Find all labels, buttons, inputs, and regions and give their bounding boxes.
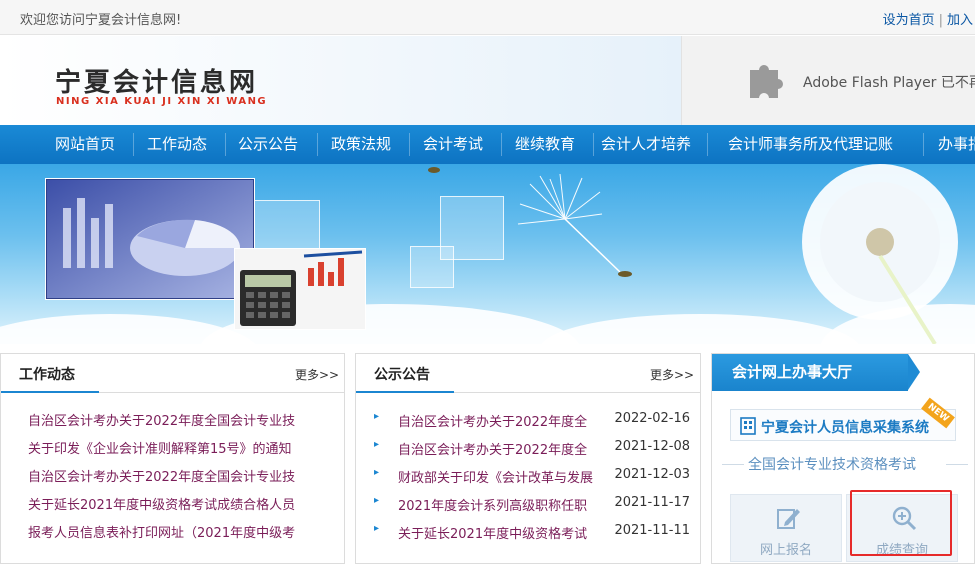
welcome-text: 欢迎您访问宁夏会计信息网! xyxy=(20,13,182,28)
hero-banner xyxy=(0,164,975,344)
nav-divider xyxy=(409,133,410,156)
announcement-date: 2021-12-08 xyxy=(614,439,690,454)
score-query-highlight xyxy=(850,490,952,556)
nav-item-continuing-education[interactable]: 继续教育 xyxy=(515,125,575,164)
nav-divider xyxy=(133,133,134,156)
dandelion-seed-image xyxy=(517,174,632,277)
announcement-title[interactable]: 2021年度会计系列高级职称任职 xyxy=(398,495,587,513)
announcement-item[interactable]: ▸ 自治区会计考办关于2022年度全 2021-12-08 xyxy=(374,439,690,457)
decor-square xyxy=(410,246,454,288)
set-home-link[interactable]: 设为首页 xyxy=(883,13,935,28)
nav-divider xyxy=(225,133,226,156)
nav-divider xyxy=(593,133,594,156)
dandelion-flower-image xyxy=(802,164,958,344)
announcement-date: 2021-11-17 xyxy=(614,495,690,510)
registration-label: 网上报名 xyxy=(759,543,812,558)
bullet-icon: ▸ xyxy=(374,439,380,450)
panel-title: 工作动态 xyxy=(19,367,75,383)
site-header: 宁夏会计信息网 NING XIA KUAI JI XIN XI WANG Ado… xyxy=(0,36,975,125)
announcement-date: 2022-02-16 xyxy=(614,411,690,426)
announcements-panel: 公示公告 更多>> ▸ 自治区会计考办关于2022年度全 2022-02-16 … xyxy=(355,353,701,564)
nav-item-exams[interactable]: 会计考试 xyxy=(423,125,483,164)
main-nav: 网站首页 工作动态 公示公告 政策法规 会计考试 继续教育 会计人才培养 会计师… xyxy=(0,125,975,164)
announcement-item[interactable]: ▸ 2021年度会计系列高级职称任职 2021-11-17 xyxy=(374,495,690,513)
bullet-icon: ▸ xyxy=(374,523,380,534)
announcement-item[interactable]: ▸ 财政部关于印发《会计改革与发展 2021-12-03 xyxy=(374,467,690,485)
title-underline xyxy=(356,391,454,393)
top-bar: 欢迎您访问宁夏会计信息网! 设为首页 | 加入 xyxy=(0,0,975,35)
nav-item-announcements[interactable]: 公示公告 xyxy=(238,125,298,164)
announcement-title[interactable]: 自治区会计考办关于2022年度全 xyxy=(398,439,587,457)
nav-divider xyxy=(707,133,708,156)
news-item[interactable]: 自治区会计考办关于2022年度全国会计专业技 xyxy=(28,466,338,485)
flash-message: Adobe Flash Player 已不再受 xyxy=(803,75,975,91)
nav-item-home[interactable]: 网站首页 xyxy=(55,125,115,164)
flash-placeholder[interactable]: Adobe Flash Player 已不再受 xyxy=(681,36,975,125)
nav-divider xyxy=(317,133,318,156)
nav-item-policies[interactable]: 政策法规 xyxy=(331,125,391,164)
news-item[interactable]: 关于延长2021年度中级资格考试成绩合格人员 xyxy=(28,494,338,513)
online-registration-button[interactable]: 网上报名 xyxy=(730,494,842,562)
announcement-item[interactable]: ▸ 自治区会计考办关于2022年度全 2022-02-16 xyxy=(374,411,690,429)
announcement-date: 2021-11-11 xyxy=(614,523,690,538)
title-underline xyxy=(1,391,99,393)
nav-item-services[interactable]: 办事指 xyxy=(938,125,975,164)
more-link[interactable]: 更多>> xyxy=(295,366,339,383)
news-item-title[interactable]: 关于延长2021年度中级资格考试成绩合格人员 xyxy=(28,498,295,513)
more-link[interactable]: 更多>> xyxy=(650,366,694,383)
announcement-title[interactable]: 自治区会计考办关于2022年度全 xyxy=(398,411,587,429)
announcement-title[interactable]: 财政部关于印发《会计改革与发展 xyxy=(398,467,593,485)
news-item-title[interactable]: 关于印发《企业会计准则解释第15号》的通知 xyxy=(28,442,292,457)
announcement-date: 2021-12-03 xyxy=(614,467,690,482)
add-favorite-link[interactable]: 加入 xyxy=(947,13,973,28)
nav-item-firms-agency[interactable]: 会计师事务所及代理记账 xyxy=(728,125,893,164)
online-service-hall: 会计网上办事大厅 宁夏会计人员信息采集系统 NEW 全国会计专业技术资格考试 网… xyxy=(711,353,975,564)
divider xyxy=(722,464,744,465)
news-item-title[interactable]: 自治区会计考办关于2022年度全国会计专业技 xyxy=(28,414,295,429)
nav-divider xyxy=(923,133,924,156)
news-item[interactable]: 报考人员信息表补打印网址（2021年度中级考 xyxy=(28,522,338,541)
separator: | xyxy=(938,13,943,28)
nav-item-talent-training[interactable]: 会计人才培养 xyxy=(601,125,691,164)
site-logo-subtitle: NING XIA KUAI JI XIN XI WANG xyxy=(56,96,268,107)
info-collection-system-link[interactable]: 宁夏会计人员信息采集系统 xyxy=(730,409,956,441)
bullet-icon: ▸ xyxy=(374,467,380,478)
bullet-icon: ▸ xyxy=(374,495,380,506)
small-seed-image xyxy=(428,167,440,173)
news-item-title[interactable]: 报考人员信息表补打印网址（2021年度中级考 xyxy=(28,526,295,541)
divider xyxy=(946,464,968,465)
title-arrow xyxy=(908,354,920,390)
info-collection-label: 宁夏会计人员信息采集系统 xyxy=(761,420,929,436)
announcement-item[interactable]: ▸ 关于延长2021年度中级资格考试 2021-11-11 xyxy=(374,523,690,541)
exam-section-label: 全国会计专业技术资格考试 xyxy=(748,457,916,473)
calculator-photo xyxy=(234,248,366,330)
work-news-panel: 工作动态 更多>> 自治区会计考办关于2022年度全国会计专业技 关于印发《企业… xyxy=(0,353,345,564)
news-item-title[interactable]: 自治区会计考办关于2022年度全国会计专业技 xyxy=(28,470,295,485)
plugin-puzzle-icon xyxy=(750,65,783,98)
edit-icon xyxy=(777,509,800,529)
hall-title: 会计网上办事大厅 xyxy=(712,354,908,391)
announcement-title[interactable]: 关于延长2021年度中级资格考试 xyxy=(398,523,587,541)
nav-divider xyxy=(501,133,502,156)
panel-title: 公示公告 xyxy=(374,367,430,383)
top-links: 设为首页 | 加入 xyxy=(881,9,975,28)
news-item[interactable]: 自治区会计考办关于2022年度全国会计专业技 xyxy=(28,410,338,429)
building-icon xyxy=(740,417,756,435)
nav-item-work-news[interactable]: 工作动态 xyxy=(147,125,207,164)
bullet-icon: ▸ xyxy=(374,411,380,422)
news-item[interactable]: 关于印发《企业会计准则解释第15号》的通知 xyxy=(28,438,338,457)
site-logo-title[interactable]: 宁夏会计信息网 xyxy=(55,62,258,99)
pie-chart-photo xyxy=(45,178,255,300)
